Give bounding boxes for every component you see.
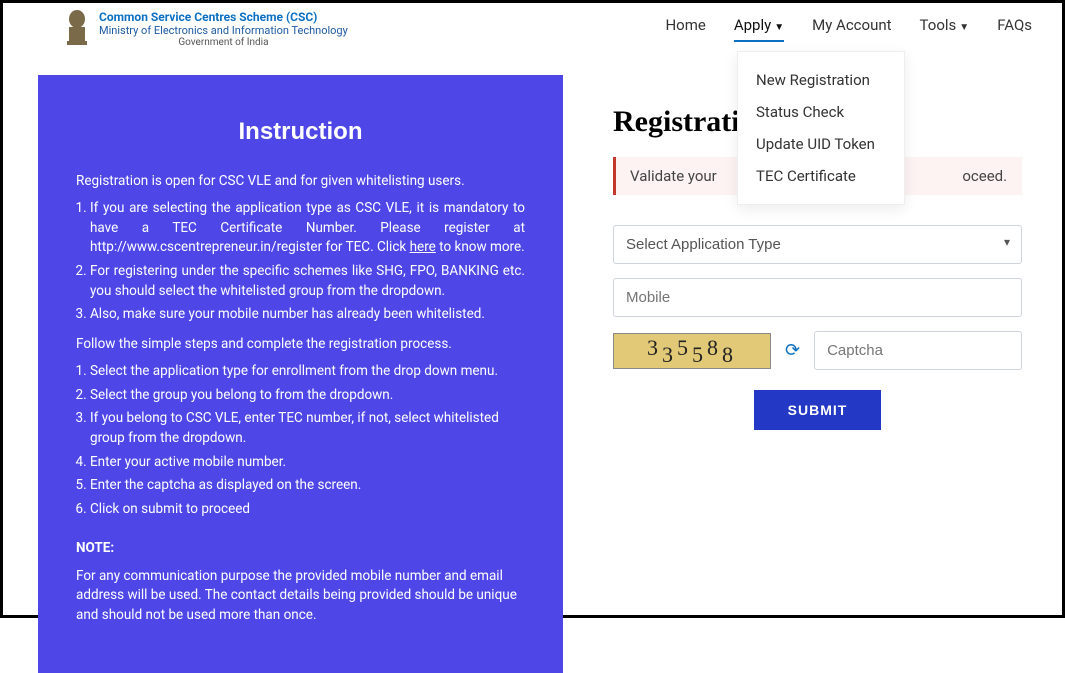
dropdown-new-registration[interactable]: New Registration [738,64,904,96]
note-heading: NOTE: [76,539,525,559]
chevron-down-icon: ▼ [774,22,784,33]
dropdown-status-check[interactable]: Status Check [738,96,904,128]
nav-tools[interactable]: Tools▼ [920,16,970,42]
brand-sub2: Government of India [99,37,348,48]
instruction-heading: Instruction [76,115,525,150]
refresh-icon[interactable]: ⟳ [785,340,800,361]
list-item: If you belong to CSC VLE, enter TEC numb… [90,409,525,448]
nav-home[interactable]: Home [665,16,705,42]
list-item: Enter the captcha as displayed on the sc… [90,476,525,496]
brand: Common Service Centres Scheme (CSC) Mini… [63,9,348,49]
instruction-mid: Follow the simple steps and complete the… [76,335,525,355]
brand-sub: Ministry of Electronics and Information … [99,24,348,37]
note-text: For any communication purpose the provid… [76,567,525,626]
list-item: Enter your active mobile number. [90,453,525,473]
submit-button[interactable]: SUBMIT [754,390,882,430]
here-link[interactable]: here [410,239,436,255]
dropdown-tec-certificate[interactable]: TEC Certificate [738,160,904,192]
emblem-icon [63,9,91,49]
list-item: For registering under the specific schem… [90,262,525,301]
dropdown-update-uid[interactable]: Update UID Token [738,128,904,160]
nav-faqs[interactable]: FAQs [997,16,1032,42]
list-item: Also, make sure your mobile number has a… [90,305,525,325]
captcha-input[interactable] [814,331,1022,370]
application-type-select[interactable]: Select Application Type [613,225,1022,264]
nav-account[interactable]: My Account [812,16,891,42]
nav: Home Apply▼ My Account Tools▼ FAQs [665,16,1032,42]
list-item: Select the application type for enrollme… [90,362,525,382]
header: Common Service Centres Scheme (CSC) Mini… [3,3,1062,55]
list-item: Select the group you belong to from the … [90,386,525,406]
list-item: Click on submit to proceed [90,500,525,520]
apply-dropdown: New Registration Status Check Update UID… [737,51,905,205]
chevron-down-icon: ▼ [959,22,969,33]
instruction-panel: Instruction Registration is open for CSC… [38,75,563,673]
captcha-image: 335588 [613,333,771,369]
brand-title: Common Service Centres Scheme (CSC) [99,10,348,24]
list-item: If you are selecting the application typ… [90,199,525,258]
instruction-intro: Registration is open for CSC VLE and for… [76,172,525,192]
nav-apply[interactable]: Apply▼ [734,16,784,42]
mobile-input[interactable] [613,278,1022,317]
